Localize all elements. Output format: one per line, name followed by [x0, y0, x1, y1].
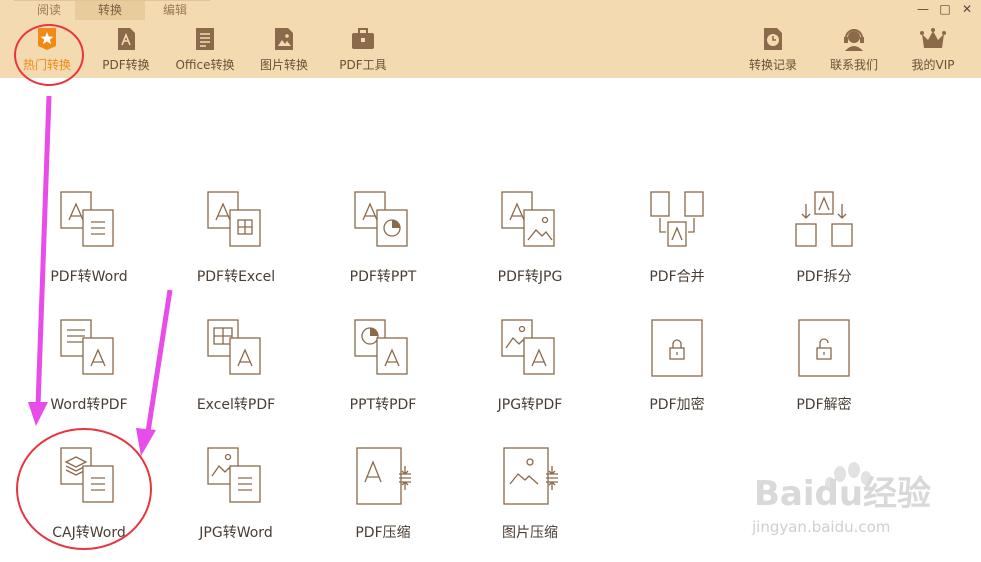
watermark-brand: Baidu经验: [754, 474, 932, 514]
watermark-url: jingyan.baidu.com: [752, 518, 891, 536]
arrow-head-2: [136, 428, 156, 456]
arrow-line-2: [145, 289, 173, 433]
arrow-line-1: [35, 95, 52, 407]
arrow-head-1: [28, 402, 48, 426]
